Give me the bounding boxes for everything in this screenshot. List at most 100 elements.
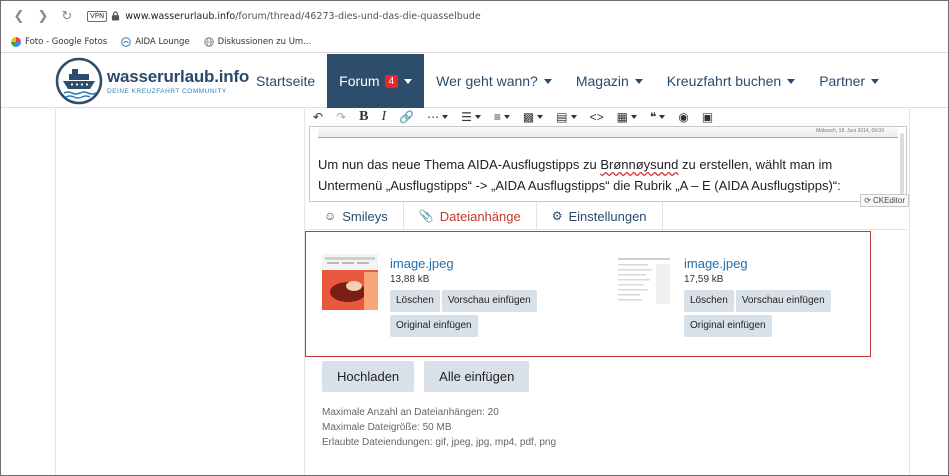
- chevron-down-icon: [634, 78, 643, 84]
- tab-label: Smileys: [342, 208, 388, 224]
- nav-label: Kreuzfahrt buchen: [666, 73, 782, 89]
- globe-icon: [203, 36, 214, 47]
- url-field[interactable]: www.wasserurlaub.info/forum/thread/46273…: [125, 11, 480, 22]
- editor-content[interactable]: Mittwoch, 18. Juni 2014, 09:00 Um nun da…: [309, 126, 907, 202]
- logo-name: wasserurlaub.info: [107, 67, 250, 86]
- attachment-1: image.jpeg 13,88 kB Löschen Vorschau ein…: [390, 256, 560, 340]
- site-logo[interactable]: wasserurlaub.info DEINE KREUZFAHRT COMMU…: [55, 57, 249, 105]
- tab-smileys[interactable]: ☺ Smileys: [309, 202, 404, 230]
- nav-kreuzfahrt-buchen[interactable]: Kreuzfahrt buchen: [655, 54, 807, 108]
- italic-icon[interactable]: I: [381, 109, 386, 125]
- tab-label: Dateianhänge: [439, 208, 521, 224]
- max-filesize-text: Maximale Dateigröße: 50 MB: [322, 422, 452, 433]
- nav-forum[interactable]: Forum 4: [327, 54, 425, 108]
- chevron-down-icon: [871, 78, 880, 84]
- browser-address-bar: ❮ ❯ ↻ VPN www.wasserurlaub.info/forum/th…: [1, 1, 948, 31]
- google-photos-icon: [11, 36, 21, 47]
- nav-label: Forum: [339, 73, 380, 89]
- bookmark-label: Foto - Google Fotos: [25, 36, 108, 47]
- nav-label: Wer geht wann?: [436, 73, 538, 89]
- back-arrow-icon[interactable]: ❮: [9, 6, 29, 26]
- table-icon[interactable]: ▦: [617, 109, 637, 125]
- screenshot-frame: ❮ ❯ ↻ VPN www.wasserurlaub.info/forum/th…: [0, 0, 949, 476]
- ship-logo-icon: [55, 57, 103, 105]
- editor-tabs: ☺ Smileys 📎 Dateianhänge ⚙ Einstellungen: [309, 202, 907, 230]
- main-navigation: Startseite Forum 4 Wer geht wann? Magazi…: [244, 54, 891, 108]
- allowed-extensions-text: Erlaubte Dateiendungen: gif, jpeg, jpg, …: [322, 437, 557, 448]
- gallery-icon[interactable]: ▣: [702, 109, 713, 125]
- tab-einstellungen[interactable]: ⚙ Einstellungen: [537, 202, 663, 230]
- bookmarks-bar: Foto - Google Fotos AIDA Lounge Diskussi…: [1, 31, 948, 53]
- editor-text-line1-a: Um nun das neue Thema AIDA-Ausflugstipps…: [318, 157, 601, 172]
- delete-button[interactable]: Löschen: [684, 290, 734, 312]
- insert-preview-button[interactable]: Vorschau einfügen: [441, 290, 537, 312]
- link-icon[interactable]: 🔗: [399, 109, 414, 125]
- chevron-down-icon: [787, 78, 796, 84]
- align-icon[interactable]: ≡: [494, 109, 510, 125]
- insert-preview-button[interactable]: Vorschau einfügen: [735, 290, 831, 312]
- logo-text: wasserurlaub.info DEINE KREUZFAHRT COMMU…: [107, 67, 249, 95]
- logo-tagline: DEINE KREUZFAHRT COMMUNITY: [107, 88, 227, 95]
- aida-icon: [121, 36, 132, 47]
- nav-wer-geht-wann[interactable]: Wer geht wann?: [424, 54, 564, 108]
- attachment-2: image.jpeg 17,59 kB Löschen Vorschau ein…: [684, 256, 854, 340]
- smiley-icon: ☺: [324, 209, 337, 223]
- editor-column: ↶ ↷ B I 🔗 ⋯ ☰ ≡ ▩ ▤ <> ▦ ❝ ◉ ▣ Mittwoch,…: [304, 109, 910, 475]
- attachment-actions: Löschen Vorschau einfügen Original einfü…: [684, 290, 854, 340]
- code-icon[interactable]: <>: [590, 109, 604, 125]
- editor-text[interactable]: Um nun das neue Thema AIDA-Ausflugstipps…: [318, 154, 904, 196]
- insert-image-icon[interactable]: ▩: [523, 109, 544, 125]
- attachment-thumbnail[interactable]: [616, 254, 672, 310]
- lock-icon[interactable]: [111, 11, 120, 21]
- attachments-panel: image.jpeg 13,88 kB Löschen Vorschau ein…: [305, 231, 871, 357]
- nav-magazin[interactable]: Magazin: [564, 54, 655, 108]
- attachment-name[interactable]: image.jpeg: [684, 256, 854, 271]
- chevron-down-icon: [543, 78, 552, 84]
- nav-partner[interactable]: Partner: [807, 54, 891, 108]
- tab-dateianhaenge[interactable]: 📎 Dateianhänge: [404, 202, 537, 230]
- spoiler-icon[interactable]: ◉: [678, 109, 688, 125]
- delete-button[interactable]: Löschen: [390, 290, 440, 312]
- url-path: /forum/thread/46273-dies-und-das-die-qua…: [235, 10, 481, 22]
- editor-text-line2: Untermenü „Ausflugstipps“ -> „AIDA Ausfl…: [318, 178, 841, 193]
- bold-icon[interactable]: B: [359, 109, 368, 125]
- forward-arrow-icon[interactable]: ❯: [33, 6, 53, 26]
- redo-icon[interactable]: ↷: [336, 109, 346, 125]
- undo-icon[interactable]: ↶: [313, 109, 323, 125]
- bookmark-aida-lounge[interactable]: AIDA Lounge: [121, 36, 190, 47]
- notification-badge: 4: [384, 74, 399, 88]
- attachment-size: 13,88 kB: [390, 274, 430, 285]
- attachment-size: 17,59 kB: [684, 274, 724, 285]
- upload-button[interactable]: Hochladen: [322, 361, 415, 392]
- bookmark-label: AIDA Lounge: [135, 36, 190, 47]
- paperclip-icon: 📎: [418, 209, 434, 223]
- quote-icon[interactable]: ❝: [650, 109, 666, 125]
- bookmark-diskussionen[interactable]: Diskussionen zu Um...: [203, 36, 311, 47]
- attachment-thumbnail[interactable]: [322, 254, 378, 310]
- editor-scrollbar[interactable]: [900, 133, 904, 199]
- editor-text-line1-b: zu erstellen, wählt man im: [678, 157, 833, 172]
- attachment-name[interactable]: image.jpeg: [390, 256, 560, 271]
- reload-icon[interactable]: ↻: [57, 6, 77, 26]
- insert-original-button[interactable]: Original einfügen: [390, 315, 478, 337]
- tab-label: Einstellungen: [568, 208, 647, 224]
- misspelled-word[interactable]: Brønnøysund: [600, 157, 678, 172]
- upload-limits: Maximale Anzahl an Dateianhängen: 20 Max…: [322, 405, 556, 450]
- url-host: www.wasserurlaub.info: [125, 10, 236, 22]
- embedded-image-preview: Mittwoch, 18. Juni 2014, 09:00: [318, 127, 898, 138]
- insert-media-icon[interactable]: ▤: [556, 109, 577, 125]
- left-column: [55, 109, 304, 475]
- bulleted-list-icon[interactable]: ☰: [461, 109, 481, 125]
- bookmark-google-photos[interactable]: Foto - Google Fotos: [11, 36, 108, 47]
- vpn-badge[interactable]: VPN: [87, 10, 108, 22]
- gear-icon: ⚙: [551, 209, 563, 223]
- more-formatting-icon[interactable]: ⋯: [427, 109, 449, 125]
- nav-label: Partner: [819, 73, 866, 89]
- nav-label: Startseite: [256, 73, 316, 89]
- attachment-actions: Löschen Vorschau einfügen Original einfü…: [390, 290, 560, 340]
- image-strip-caption: Mittwoch, 18. Juni 2014, 09:00: [816, 128, 884, 134]
- insert-original-button[interactable]: Original einfügen: [684, 315, 772, 337]
- site-header: wasserurlaub.info DEINE KREUZFAHRT COMMU…: [1, 54, 948, 108]
- insert-all-button[interactable]: Alle einfügen: [424, 361, 530, 392]
- nav-startseite[interactable]: Startseite: [244, 54, 327, 108]
